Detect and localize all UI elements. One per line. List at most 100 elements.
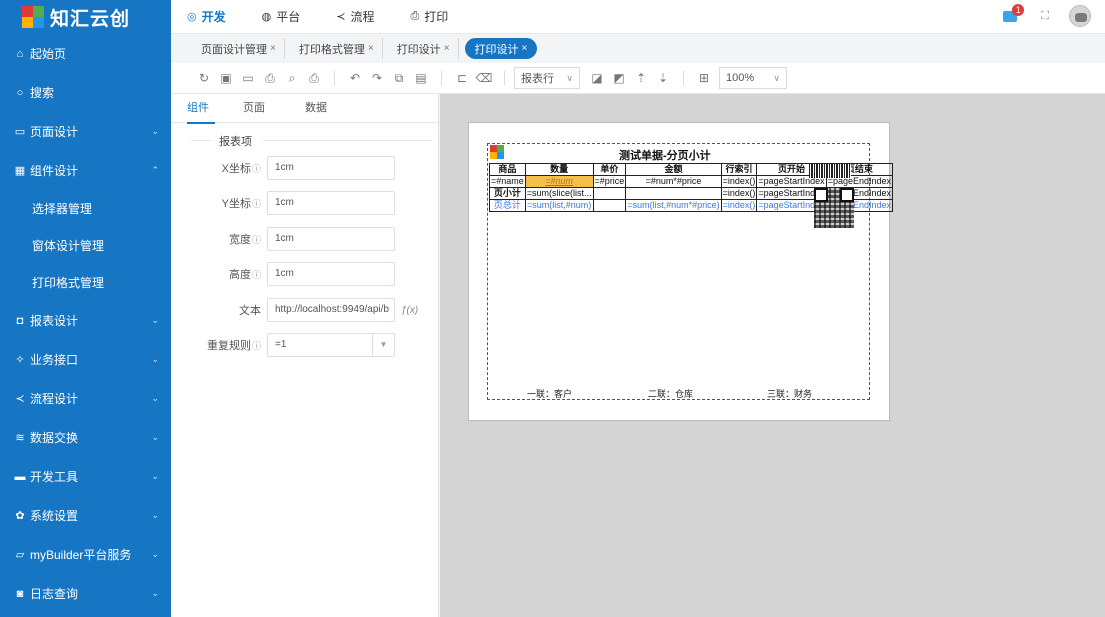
sidebar-item[interactable]: ▬ 开发工具 ⌄ xyxy=(0,457,171,496)
fullscreen-icon[interactable]: ⛶ xyxy=(1041,10,1049,23)
report-cell[interactable]: =#name xyxy=(489,175,526,188)
qrcode-icon[interactable] xyxy=(814,188,854,228)
sidebar-item[interactable]: ▦ 组件设计 ⌃ xyxy=(0,151,171,190)
tab[interactable]: 打印格式管理 × xyxy=(291,38,383,59)
report-cell[interactable]: =sum(list,#num*#price) xyxy=(625,199,722,212)
chevron-down-icon[interactable]: ▼ xyxy=(372,334,394,356)
save-icon[interactable]: ▣ xyxy=(215,67,237,89)
report-cell[interactable]: =sum(list,#num) xyxy=(524,199,594,212)
sidebar-item[interactable]: ≺ 流程设计 ⌄ xyxy=(0,379,171,418)
report-cell[interactable]: 单价 xyxy=(592,163,627,176)
sidebar-item[interactable]: ✿ 系统设置 ⌄ xyxy=(0,496,171,535)
height-input[interactable]: 1cm xyxy=(267,262,395,286)
avatar[interactable] xyxy=(1069,5,1091,27)
open-folder-icon[interactable]: ▭ xyxy=(237,67,259,89)
sidebar-item[interactable]: ◙ 日志查询 ⌄ xyxy=(0,574,171,613)
print-direct-icon[interactable]: ⎙ xyxy=(303,67,325,89)
report-cell[interactable]: 行索引 xyxy=(720,163,758,176)
repeat-rule-select[interactable]: =1 ▼ xyxy=(267,333,395,357)
top-nav-item[interactable]: ⎙ 打印 xyxy=(410,8,448,25)
close-icon[interactable]: × xyxy=(444,43,450,54)
top-nav-item[interactable]: ≺ 流程 xyxy=(336,8,374,25)
sidebar-item[interactable]: ≋ 数据交换 ⌄ xyxy=(0,418,171,457)
print-paper[interactable]: 测试单据-分页小计 商品 数量 单价 金额 行索引 页开始 页结束 =#name =#num =… xyxy=(468,122,894,421)
paste-icon[interactable]: ▤ xyxy=(410,67,432,89)
zoom-select[interactable]: 100% ∨ xyxy=(719,67,787,89)
top-nav-item[interactable]: ◍ 平台 xyxy=(262,8,301,25)
report-cell[interactable]: =index() xyxy=(720,175,758,188)
property-tab[interactable]: 页面 xyxy=(223,94,285,123)
sidebar-item[interactable]: 窗体设计管理 xyxy=(0,227,171,264)
repeat-rule-value: =1 xyxy=(275,339,287,350)
barcode-icon[interactable] xyxy=(809,164,851,178)
design-canvas[interactable]: 测试单据-分页小计 商品 数量 单价 金额 行索引 页开始 页结束 =#name =#num =… xyxy=(440,94,1105,617)
chevron-down-icon: ⌄ xyxy=(151,354,159,364)
report-cell[interactable]: 页总计 xyxy=(489,199,526,212)
insert-icon[interactable]: ⊏ xyxy=(451,67,473,89)
report-cell[interactable] xyxy=(625,187,722,200)
tab[interactable]: 打印设计 × xyxy=(464,38,538,59)
refresh-icon[interactable]: ↻ xyxy=(193,67,215,89)
report-cell[interactable]: =index() xyxy=(720,199,758,212)
sidebar-item[interactable]: ✧ 业务接口 ⌄ xyxy=(0,340,171,379)
sort-asc-icon[interactable]: ⇡ xyxy=(630,67,652,89)
copy-label-finance[interactable]: 三联：财务 xyxy=(767,387,812,400)
document-title[interactable]: 测试单据-分页小计 xyxy=(619,147,711,163)
sidebar-item[interactable]: ⌂ 起始页 xyxy=(0,34,171,73)
copy-label-customer[interactable]: 一联：客户 xyxy=(527,387,572,400)
report-cell[interactable]: 金额 xyxy=(625,163,722,176)
sidebar-item[interactable]: 选择器管理 xyxy=(0,190,171,227)
sidebar-item[interactable]: ◘ 报表设计 ⌄ xyxy=(0,301,171,340)
report-cell[interactable]: =#num xyxy=(524,175,594,188)
copy-icon[interactable]: ⧉ xyxy=(388,67,410,89)
sidebar-item[interactable]: ○ 搜索 xyxy=(0,73,171,112)
sidebar-item[interactable]: ▱ myBuilder平台服务 ⌄ xyxy=(0,535,171,574)
top-right-tools: 1 ⛶ xyxy=(1003,3,1091,27)
report-cell[interactable] xyxy=(592,199,627,212)
report-cell[interactable]: =sum(slice(list... xyxy=(524,187,594,200)
report-cell[interactable]: =#price xyxy=(592,175,627,188)
bring-front-icon[interactable]: ◪ xyxy=(586,67,608,89)
report-cell[interactable]: 数量 xyxy=(524,163,594,176)
property-tab[interactable]: 数据 xyxy=(285,94,347,123)
app-logo[interactable]: 知汇云创 xyxy=(0,0,171,34)
log-icon: ◙ xyxy=(16,587,24,600)
print-icon[interactable]: ⎙ xyxy=(259,67,281,89)
tab[interactable]: 页面设计管理 × xyxy=(193,38,285,59)
sort-desc-icon[interactable]: ⇣ xyxy=(652,67,674,89)
report-cell[interactable]: 页小计 xyxy=(489,187,526,200)
message-icon[interactable]: 1 xyxy=(1003,3,1025,22)
x-coordinate-input[interactable]: 1cm xyxy=(267,156,395,180)
report-cell[interactable] xyxy=(592,187,627,200)
sidebar-item[interactable]: ▭ 页面设计 ⌄ xyxy=(0,112,171,151)
band-select[interactable]: 报表行 ∨ xyxy=(514,67,580,89)
report-cell[interactable]: 商品 xyxy=(489,163,526,176)
report-cell[interactable]: =#num*#price xyxy=(625,175,722,188)
top-nav-item[interactable]: ◎ 开发 xyxy=(187,8,226,25)
document-logo-icon[interactable] xyxy=(490,145,505,160)
undo-icon[interactable]: ↶ xyxy=(344,67,366,89)
formula-icon[interactable]: ƒ(x) xyxy=(401,305,418,316)
close-icon[interactable]: × xyxy=(522,43,528,54)
preview-icon[interactable]: ⌕ xyxy=(281,67,303,89)
delete-icon[interactable]: ⌫ xyxy=(473,67,495,89)
redo-icon[interactable]: ↷ xyxy=(366,67,388,89)
chevron-down-icon: ⌄ xyxy=(151,126,159,136)
home-icon: ⌂ xyxy=(16,47,24,60)
copy-label-warehouse[interactable]: 二联：仓库 xyxy=(648,387,693,400)
sidebar-item[interactable]: 打印格式管理 xyxy=(0,264,171,301)
close-icon[interactable]: × xyxy=(270,43,276,54)
nav-icon: ⎙ xyxy=(410,10,420,22)
y-coordinate-input[interactable]: 1cm xyxy=(267,191,395,215)
text-input[interactable]: http://localhost:9949/api/b xyxy=(267,298,395,322)
report-cell[interactable]: =index() xyxy=(720,187,758,200)
sidebar-item-label: 业务接口 xyxy=(30,353,79,367)
send-back-icon[interactable]: ◩ xyxy=(608,67,630,89)
property-tab[interactable]: 组件 xyxy=(187,94,223,124)
close-icon[interactable]: × xyxy=(368,43,374,54)
tab[interactable]: 打印设计 × xyxy=(389,38,459,59)
grid-icon[interactable]: ⊞ xyxy=(693,67,715,89)
width-input[interactable]: 1cm xyxy=(267,227,395,251)
app-title: 知汇云创 xyxy=(50,8,131,30)
print-area[interactable]: 测试单据-分页小计 商品 数量 单价 金额 行索引 页开始 页结束 =#name =#num =… xyxy=(487,143,894,400)
